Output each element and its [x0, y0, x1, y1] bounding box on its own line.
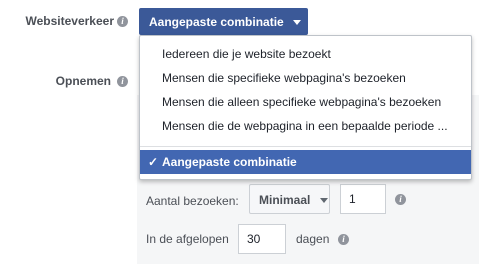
checkmark-icon: ✓ [148, 155, 159, 169]
visits-mode-value: Minimaal [259, 193, 311, 207]
include-label: Opnemen [56, 74, 111, 88]
visits-label: Aantal bezoeken: [146, 194, 239, 208]
period-days-value: 30 [247, 232, 261, 246]
visits-mode-dropdown[interactable]: Minimaal [249, 184, 330, 214]
visits-count-value: 1 [349, 192, 356, 206]
menu-item-custom-label: Aangepaste combinatie [162, 155, 297, 169]
menu-item-only-specific-pages[interactable]: Mensen die alleen specifieke webpagina's… [140, 90, 471, 114]
menu-item-specific-pages[interactable]: Mensen die specifieke webpagina's bezoek… [140, 66, 471, 90]
period-days-input[interactable]: 30 [238, 224, 286, 254]
include-label-text: Opnemen [55, 74, 111, 88]
menu-divider [140, 146, 471, 147]
menu-item-custom-combination[interactable]: ✓ Aangepaste combinatie [140, 150, 471, 174]
audience-rule-menu: Iedereen die je website bezoekt Mensen d… [139, 35, 472, 180]
chevron-down-icon [319, 198, 328, 204]
include-info-icon[interactable]: i [117, 76, 128, 87]
period-prefix: In de afgelopen [146, 232, 229, 246]
period-info-icon[interactable]: i [338, 234, 349, 245]
period-suffix: dagen [296, 232, 330, 246]
audience-rule-selected: Aangepaste combinatie [149, 15, 284, 29]
menu-item-all-visitors[interactable]: Iedereen die je website bezoekt [140, 42, 471, 66]
chevron-down-icon [293, 20, 302, 26]
traffic-info-icon[interactable]: i [117, 16, 128, 27]
visits-count-input[interactable]: 1 [340, 184, 386, 214]
audience-rule-dropdown[interactable]: Aangepaste combinatie [139, 8, 308, 35]
menu-item-time-period[interactable]: Mensen die de webpagina in een bepaalde … [140, 114, 471, 138]
traffic-label-text: Websiteverkeer [25, 14, 115, 28]
traffic-label: Websiteverkeer [26, 14, 115, 28]
visits-info-icon[interactable]: i [395, 194, 406, 205]
